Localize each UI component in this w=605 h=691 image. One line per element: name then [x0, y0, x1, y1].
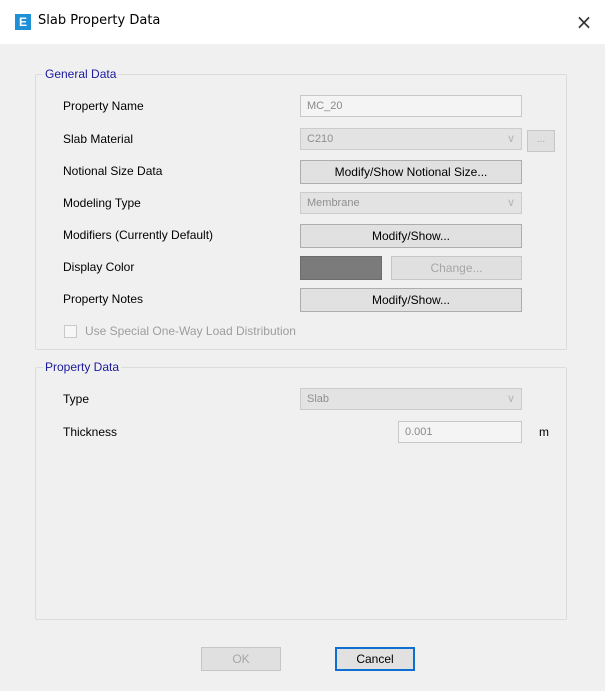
modifiers-button[interactable]: Modify/Show... — [300, 224, 522, 248]
notional-size-label: Notional Size Data — [63, 164, 163, 178]
thickness-field[interactable]: 0.001 — [398, 421, 522, 443]
window-title: Slab Property Data — [38, 13, 161, 28]
display-color-label: Display Color — [63, 260, 135, 274]
property-name-field[interactable]: MC_20 — [300, 95, 522, 117]
thickness-label: Thickness — [63, 425, 118, 439]
slab-material-value: C210 — [307, 133, 334, 145]
dialog-body: General Data Property Name MC_20 Slab Ma… — [0, 44, 605, 691]
property-data-legend: Property Data — [43, 360, 122, 374]
one-way-load-label: Use Special One-Way Load Distribution — [85, 324, 296, 338]
modeling-type-label: Modeling Type — [63, 196, 141, 210]
slab-material-label: Slab Material — [63, 132, 134, 146]
ok-button[interactable]: OK — [201, 647, 281, 671]
property-notes-button[interactable]: Modify/Show... — [300, 288, 522, 312]
property-notes-label: Property Notes — [63, 292, 144, 306]
title-bar: E Slab Property Data × — [0, 0, 605, 44]
chevron-down-icon: ∨ — [506, 393, 515, 405]
modeling-type-select[interactable]: Membrane ∨ — [300, 192, 522, 214]
one-way-load-checkbox[interactable] — [64, 325, 77, 338]
slab-material-select[interactable]: C210 ∨ — [300, 128, 522, 150]
close-icon[interactable]: × — [570, 8, 598, 36]
type-value: Slab — [307, 393, 330, 405]
cancel-button[interactable]: Cancel — [335, 647, 415, 671]
change-color-button[interactable]: Change... — [391, 256, 522, 280]
type-label: Type — [63, 392, 90, 406]
property-name-label: Property Name — [63, 99, 144, 113]
general-data-legend: General Data — [43, 67, 119, 81]
app-icon: E — [15, 14, 31, 30]
display-color-swatch — [300, 256, 382, 280]
chevron-down-icon: ∨ — [506, 133, 515, 145]
chevron-down-icon: ∨ — [506, 197, 515, 209]
material-browse-button[interactable]: ... — [527, 130, 555, 152]
notional-size-button[interactable]: Modify/Show Notional Size... — [300, 160, 522, 184]
modifiers-label: Modifiers (Currently Default) — [63, 228, 214, 242]
type-select[interactable]: Slab ∨ — [300, 388, 522, 410]
thickness-unit: m — [539, 425, 549, 439]
modeling-type-value: Membrane — [307, 197, 360, 209]
